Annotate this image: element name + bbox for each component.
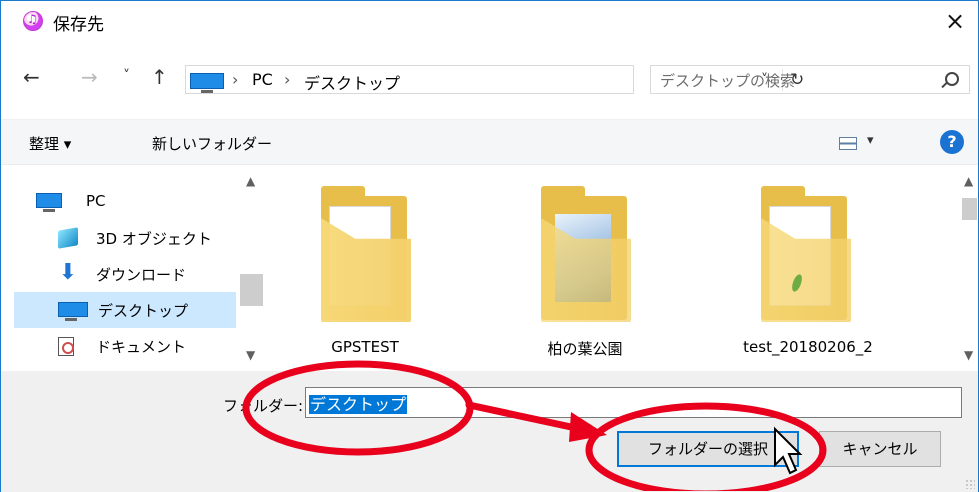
pc-monitor-icon	[190, 73, 224, 93]
sidebar-item-label: PC	[86, 192, 106, 210]
view-dropdown-icon[interactable]: ▾	[867, 133, 874, 148]
folder-icon[interactable]	[305, 186, 425, 324]
breadcrumb-separator[interactable]: ›	[284, 70, 290, 89]
help-icon[interactable]: ?	[940, 130, 964, 154]
navigation-pane: PC 3D オブジェクト ⬇ ダウンロード デスクトップ ドキュメント	[14, 166, 236, 371]
view-options-icon[interactable]	[839, 137, 857, 150]
close-button[interactable]: ×	[938, 5, 972, 37]
folder-name-kashiwanoha-park[interactable]: 柏の葉公園	[500, 338, 670, 359]
sidebar-scrollbar[interactable]: ▲ ▼	[238, 166, 265, 371]
new-folder-button[interactable]: 新しいフォルダー	[152, 133, 272, 154]
folder-name-test[interactable]: test_20180206_2	[723, 338, 893, 356]
scroll-down-arrow-icon[interactable]: ▼	[964, 348, 973, 362]
pc-icon	[36, 193, 62, 212]
folder-content-area: GPSTEST 柏の葉公園 test_20180206_2	[265, 166, 961, 371]
sidebar-item-label: デスクトップ	[98, 302, 189, 320]
breadcrumb-desktop[interactable]: デスクトップ	[304, 70, 400, 94]
folder-field-label: フォルダー:	[223, 397, 304, 415]
recent-locations-icon[interactable]: ˅	[123, 68, 130, 84]
search-icon[interactable]	[945, 72, 959, 86]
content-scroll-thumb[interactable]	[962, 198, 977, 220]
sidebar-item-downloads[interactable]: ⬇ ダウンロード	[14, 256, 236, 292]
navigation-bar: ← → ˅ ↑ › PC › デスクトップ ˅ ↻ デスクトップの検索	[1, 61, 978, 97]
dialog-footer: フォルダー: デスクトップ フォルダーの選択 キャンセル	[1, 371, 978, 492]
sidebar-item-pc[interactable]: PC	[14, 184, 236, 220]
address-bar[interactable]: › PC › デスクトップ ˅ ↻	[185, 65, 804, 94]
sidebar-item-3d-objects[interactable]: 3D オブジェクト	[14, 220, 236, 256]
resize-grip-icon[interactable]	[965, 479, 975, 489]
scroll-up-arrow-icon[interactable]: ▲	[246, 174, 255, 188]
forward-arrow-icon[interactable]: →	[81, 65, 98, 89]
sidebar-item-label: ドキュメント	[96, 338, 187, 356]
sidebar-item-desktop[interactable]: デスクトップ	[14, 292, 236, 328]
document-icon	[58, 337, 74, 356]
scroll-up-arrow-icon[interactable]: ▲	[964, 174, 973, 188]
dialog-title: 保存先	[53, 15, 104, 35]
folder-icon[interactable]	[525, 186, 645, 324]
sidebar-item-label: 3D オブジェクト	[96, 230, 212, 248]
command-bar: 整理 ▾ 新しいフォルダー ▾ ?	[1, 119, 978, 165]
cube-icon	[58, 227, 78, 249]
breadcrumb-separator[interactable]: ›	[232, 70, 238, 89]
search-box[interactable]: デスクトップの検索	[650, 65, 970, 94]
content-scrollbar[interactable]: ▲ ▼	[961, 166, 978, 371]
desktop-icon	[58, 302, 88, 321]
organize-menu[interactable]: 整理 ▾	[29, 133, 71, 154]
up-folder-arrow-icon[interactable]: ↑	[151, 65, 168, 89]
save-location-dialog: 保存先 × ← → ˅ ↑ › PC › デスクトップ ˅ ↻ デスクトップの検…	[0, 0, 979, 492]
breadcrumb-pc[interactable]: PC	[252, 70, 273, 89]
folder-icon[interactable]	[745, 186, 865, 324]
folder-name-value: デスクトップ	[309, 395, 408, 414]
title-bar: 保存先 ×	[1, 1, 978, 41]
folder-name-gpstest[interactable]: GPSTEST	[280, 338, 450, 356]
cancel-button[interactable]: キャンセル	[819, 431, 941, 467]
scroll-down-arrow-icon[interactable]: ▼	[246, 348, 255, 362]
select-folder-button[interactable]: フォルダーの選択	[617, 431, 799, 467]
sidebar-item-documents[interactable]: ドキュメント	[14, 328, 236, 364]
sidebar-item-label: ダウンロード	[96, 266, 187, 284]
back-arrow-icon[interactable]: ←	[23, 65, 40, 89]
itunes-app-icon	[23, 11, 43, 31]
download-icon: ⬇	[58, 260, 78, 285]
folder-name-input[interactable]: デスクトップ	[305, 387, 962, 418]
search-placeholder: デスクトップの検索	[660, 72, 796, 90]
sidebar-scroll-thumb[interactable]	[240, 274, 263, 306]
